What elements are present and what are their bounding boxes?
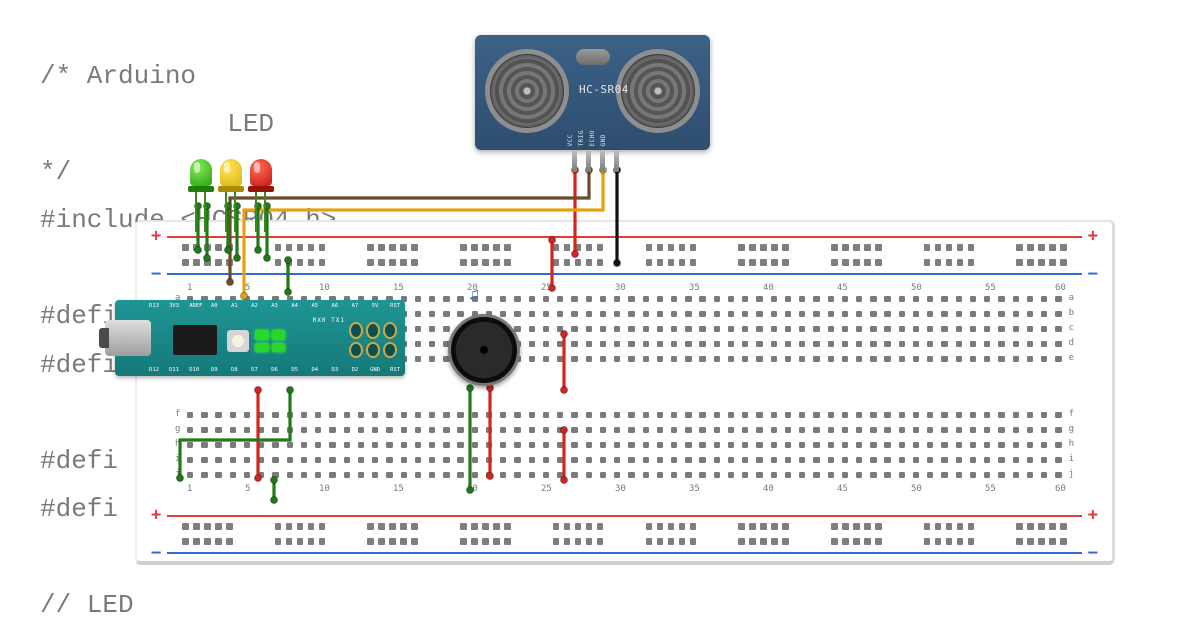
led-bulb-icon — [250, 159, 272, 186]
power-rail-top-1 — [182, 244, 1067, 251]
hcsr04-pin-labels: VCC TRIG ECHO GND — [567, 130, 607, 146]
power-rail-bot-1 — [182, 523, 1067, 530]
rail-minus-top-right: − — [1088, 264, 1098, 284]
tie-row-h — [187, 442, 1062, 449]
tie-row-g — [187, 427, 1062, 434]
led-yellow[interactable] — [220, 159, 242, 193]
rail-minus-top-left: − — [151, 264, 161, 284]
nano-bot-pin-labels: D12D11D10D9D8D7D6D5D4D3D2GNDRSTRX0TX1 — [149, 367, 440, 373]
arduino-nano[interactable]: RX0 TX1 D133V3AREFA0A1A2A3A4A5A6A75VRSTG… — [115, 300, 405, 376]
rail-minus-bot-left: − — [151, 543, 161, 563]
led-red[interactable] — [250, 159, 272, 193]
hcsr04-ultrasonic-sensor[interactable]: HC-SR04 VCC TRIG ECHO GND — [475, 35, 710, 150]
hcsr04-pins-icon — [572, 150, 619, 172]
rail-minus-bot-right: − — [1088, 543, 1098, 563]
nano-top-pin-labels: D133V3AREFA0A1A2A3A4A5A6A75VRSTGNDVIN — [149, 303, 440, 309]
tie-row-i — [187, 457, 1062, 464]
crystal-icon — [576, 49, 610, 65]
rail-plus-bot-right: + — [1088, 505, 1098, 525]
icsp-pads-icon — [349, 322, 397, 358]
piezo-buzzer[interactable] — [448, 314, 520, 386]
usb-port-icon — [105, 320, 151, 356]
rail-plus-top-left: + — [151, 226, 161, 246]
tie-row-j — [187, 472, 1062, 479]
rxtx-label: RX0 TX1 — [313, 317, 345, 324]
power-rail-top-2 — [182, 259, 1067, 266]
ultrasonic-tx-icon — [485, 49, 569, 133]
music-note-icon: ♫ — [468, 284, 480, 304]
onboard-leds-icon — [255, 330, 285, 352]
reset-button[interactable] — [227, 330, 249, 352]
tie-row-f — [187, 412, 1062, 419]
power-rail-bot-2 — [182, 538, 1067, 545]
led-bulb-icon — [220, 159, 242, 186]
hcsr04-label: HC-SR04 — [579, 83, 629, 96]
breadboard: + − + − + − + − a b c d e f g h i j a b … — [135, 220, 1115, 565]
rail-plus-bot-left: + — [151, 505, 161, 525]
led-green[interactable] — [190, 159, 212, 193]
atmega-chip-icon — [173, 325, 217, 355]
led-bulb-icon — [190, 159, 212, 186]
rail-plus-top-right: + — [1088, 226, 1098, 246]
